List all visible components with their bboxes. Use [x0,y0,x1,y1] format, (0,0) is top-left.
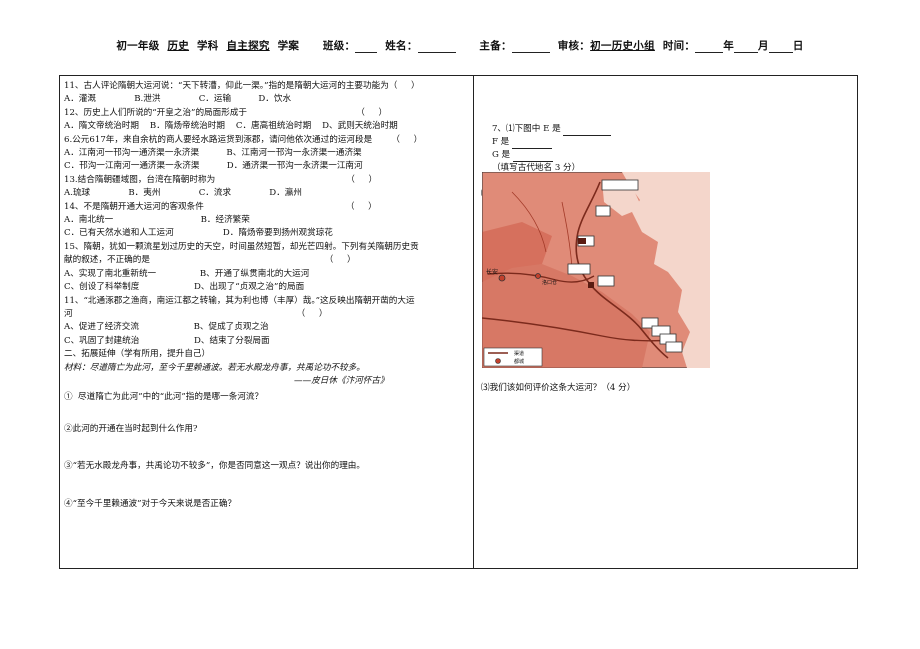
header-name-label: 姓名： [377,40,418,52]
map-city-label: 长安 [486,268,498,276]
label-box [595,205,611,217]
author-blank[interactable] [511,42,550,53]
map-place-label: 洛口仓 [542,279,557,286]
worksheet-header: 初一年级 历史 学科 自主探究 学案 班级： 姓名： 主备： 审核：初一历史小组… [0,38,920,53]
day-blank[interactable] [768,42,793,53]
header-time-label: 时间： [654,40,696,52]
question-line: 献的叙述，不正确的是 （ ） [64,255,356,266]
answer-space-1[interactable] [64,405,468,423]
header-year: 年 [723,40,735,52]
options-line: A．南北统一 B．经济繁荣 [64,215,250,226]
map-question-3: ⑶我们该如何评价这条大运河？（4 分） [481,383,636,393]
q7-g-label: G 是 [491,150,511,160]
q7-f-label: F 是 [491,137,510,147]
essay-question-1: ① 尽道隋亡为此河”中的“此河”指的是哪一条河流？ [64,392,264,403]
granary-icon [578,238,586,244]
answer-space-2[interactable] [64,436,468,460]
options-line: A．灌溉 B.泄洪 C．运输 D．饮水 [64,94,292,105]
header-grade: 初一年级 [116,40,168,52]
options-line: A.琉球 B．夷州 C．流求 D．瀛州 [64,188,302,199]
material-source: ——皮日休《汴河怀古》 [294,375,389,386]
legend-label-capital: 都城 [514,358,524,365]
header-reviewer-label: 审核： [549,40,591,52]
question-line: 河 （ ） [64,308,328,319]
legend-capital-symbol [495,358,501,364]
essay-question-3: ③“若无水殿龙舟事，共禹论功不较多”，你是否同意这一观点？说出你的理由。 [64,461,365,472]
left-column: 11、古人评论隋朝大运河说：“天下转漕，仰此一渠。”指的是隋朝大运河的主要功能为… [64,80,468,511]
header-month: 月 [758,40,769,52]
options-line: C、巩固了封建统治 D、结束了分裂局面 [64,335,270,346]
f-blank[interactable] [511,138,552,149]
options-line: A、实现了南北重新统一 B、开通了纵贯南北的大运河 [64,268,310,279]
sui-canal-map: 长安 洛口仓 渠道 都城 [482,172,710,368]
question-line: 12、历史上人们所说的“开皇之治”的局面形成于 （ ） [64,107,388,118]
label-box [567,263,591,275]
essay-question-2: ②此河的开通在当时起到什么作用? [64,423,198,434]
question-line: 14、不是隋朝开通大运河的客观条件 （ ） [64,201,377,212]
header-subject: 历史 [167,40,190,52]
label-box [597,275,615,287]
month-blank[interactable] [734,42,759,53]
label-box [665,341,683,353]
header-class-label: 学案 班级： [269,40,356,52]
map-legend [483,347,543,367]
header-author-label: 主备： [455,40,512,52]
q7-e-label: 7、⑴下图中 E 是 [491,124,561,134]
options-line: A．隋文帝统治时期 B．隋炀帝统治时期 C．唐高祖统治时期 D、武则天统治时期 [64,121,398,132]
capital-icon [498,274,506,282]
question-line: 15、隋朝，犹如一颗流星划过历史的天空，时间虽然短暂，却光芒四射。下列有关隋朝历… [64,241,419,252]
granary-icon [588,282,594,288]
section-heading: 二、拓展延伸（学有所用，提升自己） [64,349,211,360]
question-line: 6.公元617年，来自余杭的商人要经水路运货到涿郡，请问他依次通过的运河段是 （… [64,134,423,145]
map-question-3-wrap: ⑶我们该如何评价这条大运河？（4 分） [481,382,851,395]
label-box-e [601,179,639,191]
question-line: 13.结合隋朝疆域图，台湾在隋朝时称为 （ ） [64,174,378,185]
header-day: 日 [792,40,804,52]
g-blank[interactable] [512,151,553,162]
options-line: C．已有天然水道和人工运河 D．隋炀帝要到扬州观赏琼花 [64,228,333,239]
question-line: 11、古人评论隋朝大运河说：“天下转漕，仰此一渠。”指的是隋朝大运河的主要功能为… [64,81,420,91]
material-text: 材料：尽道隋亡为此河，至今千里赖通波。若无水殿龙舟事，共禹论功不较多。 [64,362,365,373]
e-blank[interactable] [563,125,612,136]
essay-question-4: ④“至今千里赖通波”对于今天来说是否正确？ [64,498,237,509]
name-blank[interactable] [417,42,456,53]
capital-icon [535,273,541,279]
options-line: A、促进了经济交流 B、促成了贞观之治 [64,322,269,333]
class-blank[interactable] [355,42,378,53]
column-divider [473,75,474,569]
options-line: C、创设了科举制度 D、出现了“贞观之治”的局面 [64,282,305,293]
header-reviewer: 初一历史小组 [590,40,655,52]
header-subject-label: 学科 [189,40,227,52]
question-line: 11、“北通涿郡之渔商，南运江都之转输，其为利也博（丰厚）哉。”这反映出隋朝开凿… [64,295,415,306]
header-mode: 自主探究 [226,40,270,52]
options-line: C．邗沟一江南河一通济渠一永济渠 D．通济渠一邗沟一永济渠一江南河 [64,161,363,172]
legend-label-canal: 渠道 [514,350,524,357]
year-blank[interactable] [695,42,724,53]
options-line: A．江南河一邗沟一通济渠一永济渠 B、江南河一邗沟一永济渠一通济渠 [64,148,362,159]
answer-space-3[interactable] [64,474,468,498]
